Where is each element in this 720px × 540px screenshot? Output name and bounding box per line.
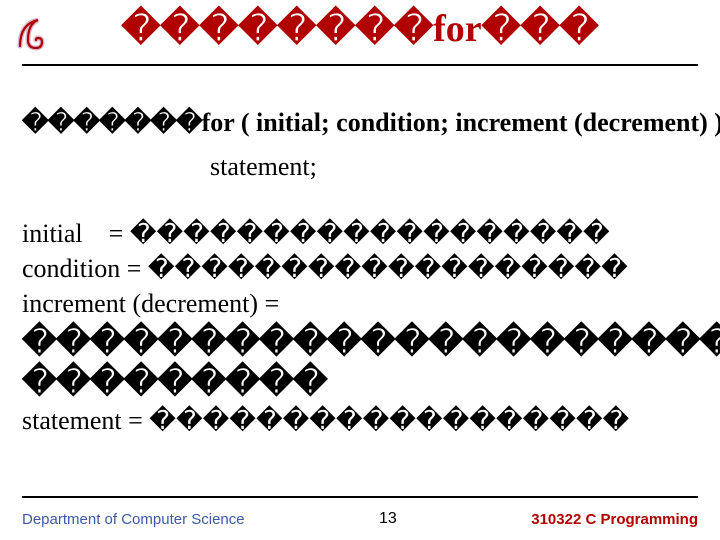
def-increment-label: increment (decrement) = [22, 286, 720, 321]
title-boxes-right: ��� [482, 8, 599, 50]
page-title: ��������for��� [121, 6, 598, 51]
footer-department: Department of Computer Science [22, 511, 245, 528]
slide: ��������for��� �������for ( initial; con… [0, 0, 720, 540]
def-statement: statement = ������������������ [22, 403, 720, 438]
title-boxes-left: �������� [121, 8, 433, 50]
def-condition: condition = ������������������ [22, 251, 720, 286]
content: �������for ( initial; condition; increme… [22, 108, 720, 438]
title-area: ��������for��� [0, 0, 720, 51]
divider-top [22, 64, 698, 66]
syntax-boxes: ������� [22, 108, 202, 137]
divider-bottom [22, 496, 698, 498]
footer-page-number: 13 [379, 510, 397, 528]
def-condition-value: = ������������������ [127, 254, 628, 283]
title-word: for [433, 8, 482, 50]
footer: Department of Computer Science 13 310322… [22, 510, 698, 528]
footer-course: 310322 C Programming [531, 511, 698, 528]
syntax-line: �������for ( initial; condition; increme… [22, 108, 720, 138]
definitions: initial = ������������������ condition =… [22, 216, 720, 438]
syntax-statement: statement; [210, 152, 720, 182]
def-initial-value: = ������������������ [109, 219, 610, 248]
def-condition-label: condition [22, 254, 120, 283]
def-initial-label: initial [22, 219, 83, 248]
def-statement-label: statement [22, 406, 122, 435]
def-statement-value: = ������������������ [128, 406, 629, 435]
bullet-icon [14, 10, 62, 58]
def-initial: initial = ������������������ [22, 216, 720, 251]
def-increment-boxes-1: ��������������������� [22, 325, 720, 361]
syntax-text: for ( initial; condition; increment (dec… [202, 108, 720, 137]
def-increment-boxes-2: ��������� [22, 365, 720, 401]
